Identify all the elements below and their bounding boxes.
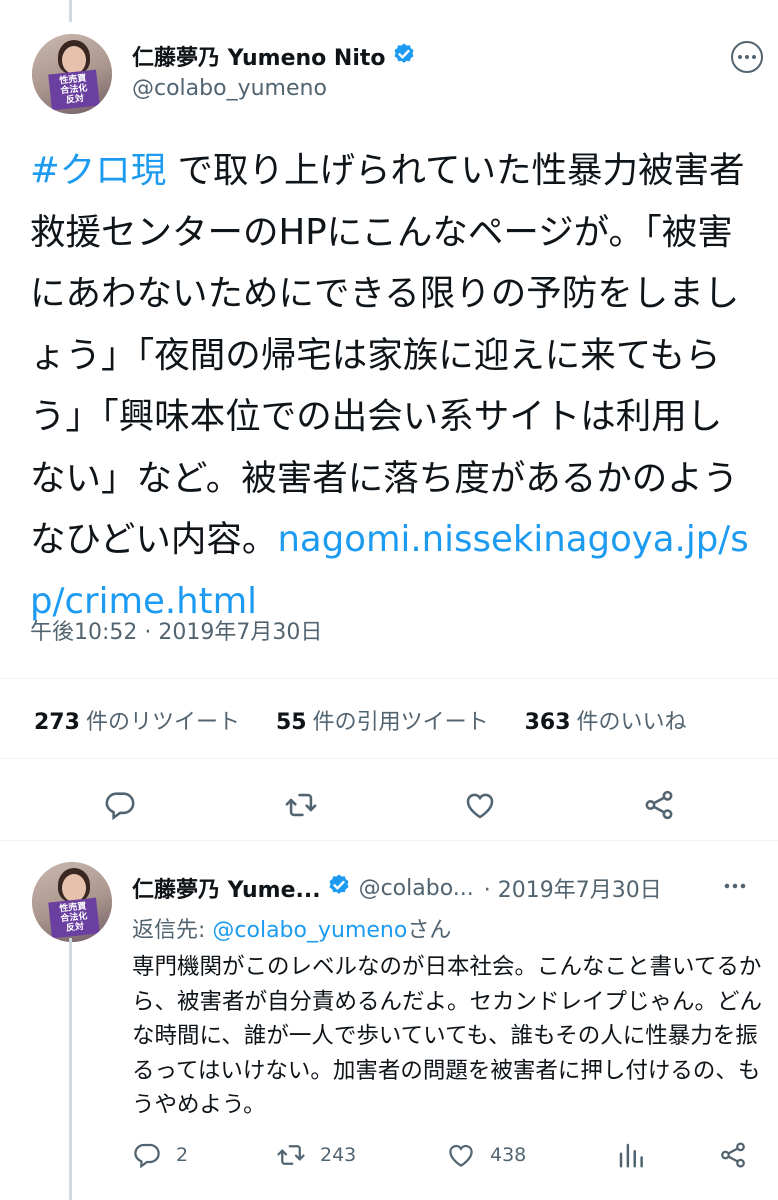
heart-icon [466,793,494,819]
avatar[interactable]: 性売買 合法化 反対 [32,34,112,114]
tweet-body: で取り上げられていた性暴力被害者救援センターのHPにこんなページが。「被害にあわ… [30,150,745,560]
reply-display-name[interactable]: 仁藤夢乃 Yume... [132,872,321,904]
more-options-icon[interactable] [730,40,764,78]
quote-stat[interactable]: 55 件の引用ツイート [276,704,489,736]
reply-icon [105,792,135,821]
like-count: 438 [490,1144,527,1166]
retweet-button[interactable] [284,788,318,826]
retweet-icon [285,793,317,817]
engagement-stats: 273 件のリツイート 55 件の引用ツイート 363 件のいいね [34,704,723,736]
reply-tweet-text: 専門機関がこのレベルなのが日本社会。こんなこと書いてるから、被害者が自分責めるん… [132,954,763,1118]
user-handle[interactable]: @colabo_yumeno [132,76,327,101]
reply-icon [134,1143,160,1169]
avatar-sign: 性売買 合法化 反対 [48,897,100,939]
like-button[interactable] [463,788,497,826]
analytics-icon [619,1143,643,1168]
like-stat[interactable]: 363 件のいいね [525,704,687,736]
thread-line [69,938,72,1200]
verified-badge-icon [327,873,351,903]
share-icon [645,790,673,820]
retweet-count: 243 [320,1144,357,1166]
reply-button[interactable] [103,788,137,826]
hashtag-link[interactable]: #クロ現 [30,150,166,191]
reply-retweet-button[interactable]: 243 [276,1140,356,1170]
reply-count: 2 [176,1144,189,1166]
divider [0,758,778,759]
reply-like-button[interactable]: 438 [446,1140,526,1170]
reply-analytics-button[interactable] [616,1140,646,1170]
heart-icon [449,1144,473,1167]
reply-handle[interactable]: @colabo... [359,876,474,901]
thread-line [69,0,72,22]
tweet-text: #クロ現 で取り上げられていた性暴力被害者救援センターのHPにこんなページが。「… [30,140,750,632]
tweet-timestamp[interactable]: 午後10:52 · 2019年7月30日 [30,614,322,646]
verified-badge-icon [392,42,416,70]
divider [0,678,778,679]
replying-to-handle[interactable]: @colabo_yumeno [212,918,407,943]
reply-avatar[interactable]: 性売買 合法化 反対 [32,862,112,942]
divider [0,840,778,841]
share-button[interactable] [642,788,676,826]
reply-date[interactable]: · 2019年7月30日 [484,872,662,904]
replying-to: 返信先: @colabo_yumenoさん [132,918,452,943]
retweet-icon [277,1145,305,1165]
retweet-stat[interactable]: 273 件のリツイート [34,704,240,736]
reply-share-button[interactable] [718,1140,748,1170]
reply-reply-button[interactable]: 2 [132,1140,188,1170]
share-icon [721,1142,745,1168]
avatar-sign: 性売買 合法化 反対 [48,69,100,111]
more-options-icon[interactable] [722,876,748,900]
display-name[interactable]: 仁藤夢乃 Yumeno Nito [132,40,386,72]
